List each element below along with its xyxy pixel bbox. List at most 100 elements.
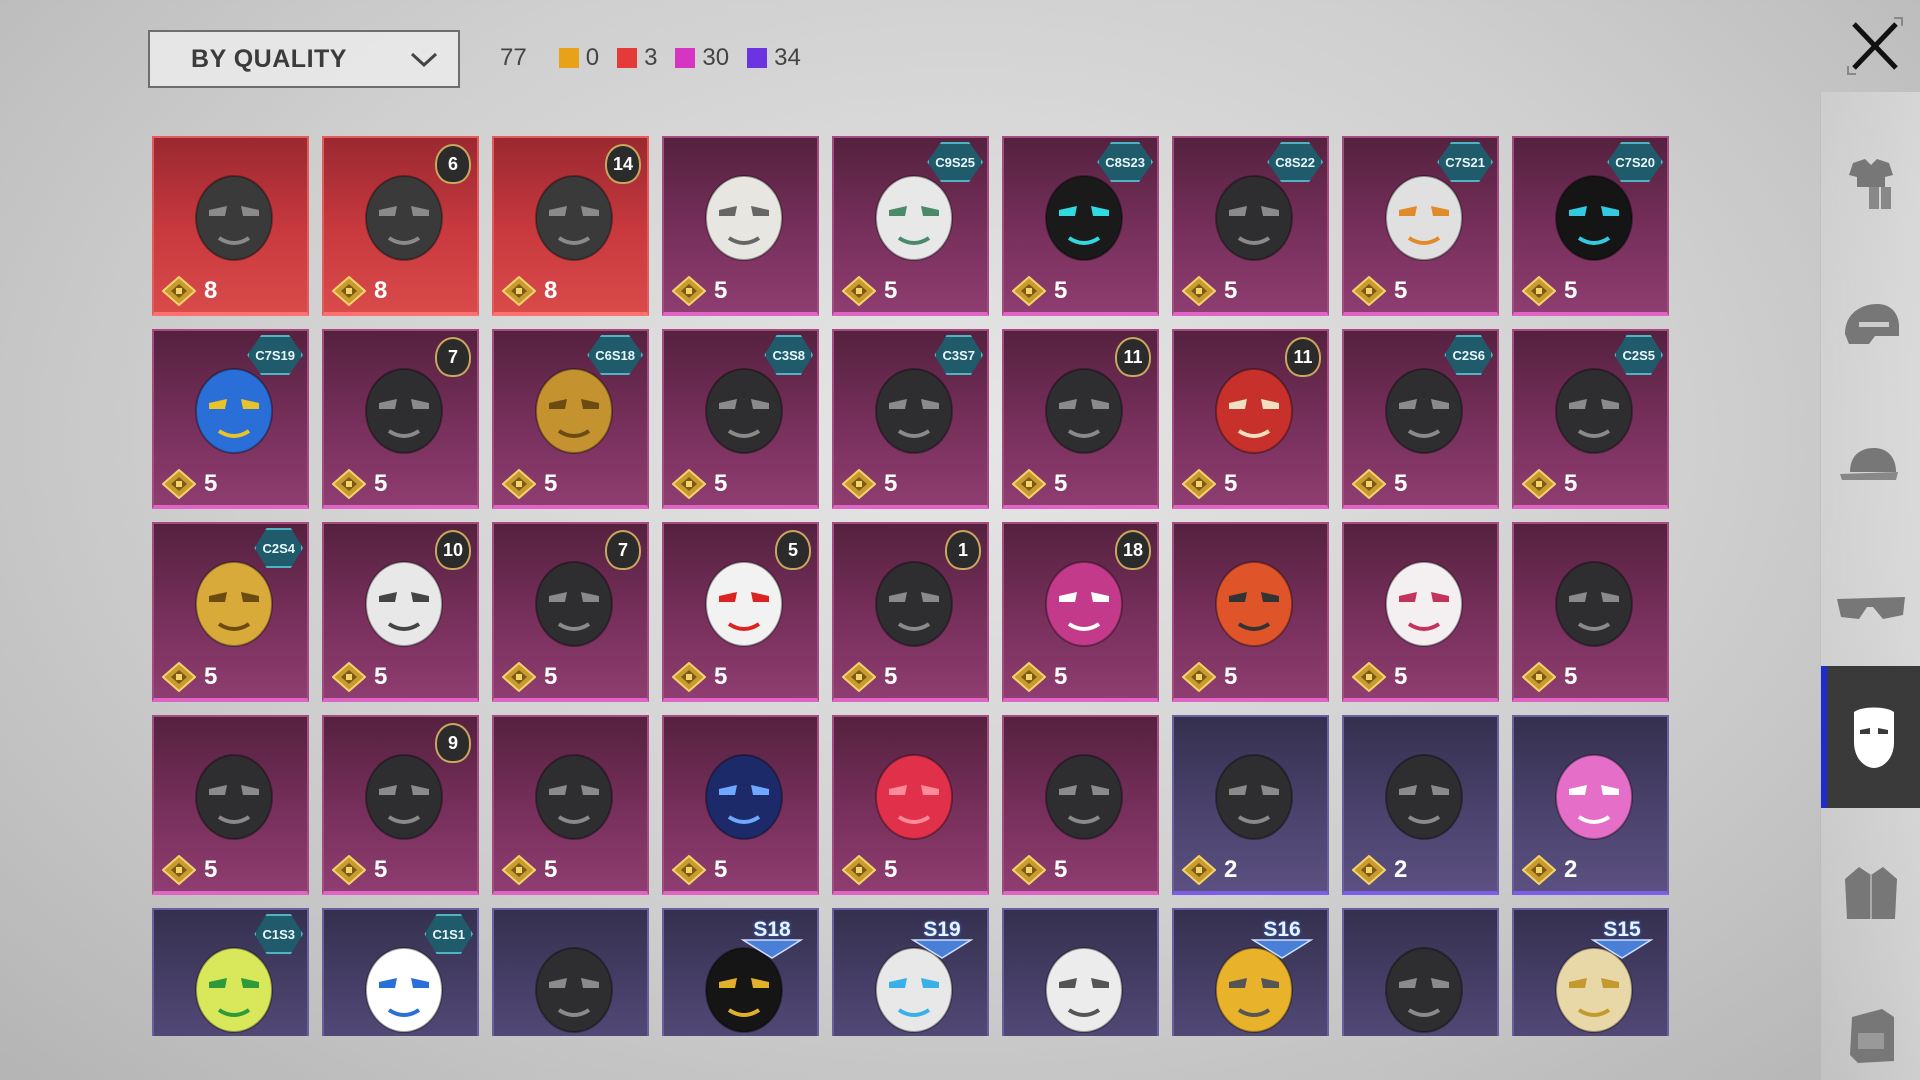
diamond-icon — [672, 276, 706, 306]
jacket-icon — [1845, 867, 1897, 919]
inventory-item[interactable]: 5 — [1342, 522, 1499, 702]
item-value: 5 — [1352, 276, 1407, 306]
item-value-number: 5 — [884, 663, 898, 690]
inventory-item[interactable]: 68 — [322, 136, 479, 316]
tab-mask[interactable] — [1821, 666, 1920, 808]
diamond-icon — [1012, 662, 1046, 692]
tab-cap[interactable] — [1821, 396, 1920, 538]
inventory-item[interactable]: 5 — [662, 715, 819, 895]
diamond-icon — [1182, 855, 1216, 885]
inventory-item[interactable]: C8S23 5 — [1002, 136, 1159, 316]
level-badge: 7 — [435, 337, 471, 377]
inventory-item[interactable]: C6S18 5 — [492, 329, 649, 509]
tab-outfit[interactable] — [1821, 112, 1920, 254]
inventory-item[interactable]: 5 — [662, 136, 819, 316]
inventory-item[interactable]: C2S5 5 — [1512, 329, 1669, 509]
inventory-item[interactable]: C9S25 5 — [832, 136, 989, 316]
diamond-icon — [332, 469, 366, 499]
inventory-item[interactable]: 5 — [1172, 522, 1329, 702]
inventory-item[interactable]: 11 5 — [1002, 329, 1159, 509]
inventory-item[interactable]: 5 — [1002, 715, 1159, 895]
item-value-number: 5 — [1054, 277, 1068, 304]
mask-cat-face-icon — [705, 175, 783, 261]
item-value: 8 — [162, 276, 217, 306]
item-value-number: 5 — [1054, 663, 1068, 690]
inventory-item[interactable]: 14 8 — [492, 136, 649, 316]
inventory-item[interactable] — [1002, 908, 1159, 1036]
item-value-number: 8 — [204, 277, 218, 304]
level-badge: 7 — [605, 530, 641, 570]
inventory-item[interactable]: S19 — [832, 908, 989, 1036]
level-badge: 18 — [1115, 530, 1151, 570]
mask-icon — [1854, 707, 1894, 768]
inventory-item[interactable]: 10 5 — [322, 522, 479, 702]
inventory-item[interactable]: 75 — [492, 522, 649, 702]
diamond-icon — [1012, 855, 1046, 885]
inventory-item[interactable]: 75 — [322, 329, 479, 509]
inventory-item[interactable]: C7S21 5 — [1342, 136, 1499, 316]
inventory-item[interactable]: C7S19 5 — [152, 329, 309, 509]
inventory-item[interactable]: C2S6 5 — [1342, 329, 1499, 509]
item-value: 5 — [1012, 469, 1067, 499]
inventory-item[interactable]: C2S4 5 — [152, 522, 309, 702]
item-value-number: 5 — [374, 663, 388, 690]
mask-kitsune-icon — [1385, 561, 1463, 647]
item-value-number: 5 — [1564, 470, 1578, 497]
inventory-item[interactable]: S16 — [1172, 908, 1329, 1036]
sort-dropdown[interactable]: BY QUALITY — [148, 30, 460, 88]
mask-white-bird-icon — [1045, 947, 1123, 1033]
mask-black-cat-icon — [1555, 561, 1633, 647]
inventory-item[interactable]: C7S20 5 — [1512, 136, 1669, 316]
rare-swatch — [747, 48, 768, 68]
tab-glasses[interactable] — [1821, 538, 1920, 680]
inventory-item[interactable]: 5 — [1512, 522, 1669, 702]
inventory-item[interactable]: S15 — [1512, 908, 1669, 1036]
inventory-item[interactable]: C8S22 5 — [1172, 136, 1329, 316]
inventory-item[interactable]: 2 — [1342, 715, 1499, 895]
inventory-item[interactable]: C1S3 — [152, 908, 309, 1036]
category-sidebar — [1820, 92, 1920, 1080]
item-value-number: 5 — [884, 856, 898, 883]
diamond-icon — [1012, 469, 1046, 499]
legendary-swatch — [558, 48, 579, 68]
tab-jacket[interactable] — [1821, 822, 1920, 964]
inventory-item[interactable]: 95 — [322, 715, 479, 895]
item-value: 8 — [332, 276, 387, 306]
inventory-item[interactable]: C3S7 5 — [832, 329, 989, 509]
diamond-icon — [162, 662, 196, 692]
inventory-item[interactable] — [1342, 908, 1499, 1036]
item-value: 5 — [1182, 662, 1237, 692]
inventory-item[interactable]: 2 — [1172, 715, 1329, 895]
item-value: 5 — [332, 855, 387, 885]
diamond-icon — [332, 855, 366, 885]
inventory-item[interactable]: S18 — [662, 908, 819, 1036]
tab-helmet[interactable] — [1821, 254, 1920, 396]
item-value-number: 8 — [544, 277, 558, 304]
sort-label: BY QUALITY — [191, 44, 347, 73]
diamond-icon — [502, 276, 536, 306]
diamond-icon — [1352, 469, 1386, 499]
inventory-item[interactable]: 5 — [492, 715, 649, 895]
item-value-number: 5 — [884, 470, 898, 497]
inventory-item[interactable]: 11 5 — [1172, 329, 1329, 509]
inventory-item[interactable]: 5 — [152, 715, 309, 895]
inventory-item[interactable]: C3S8 5 — [662, 329, 819, 509]
diamond-icon — [1522, 469, 1556, 499]
item-value: 5 — [1012, 276, 1067, 306]
diamond-icon — [502, 855, 536, 885]
inventory-item[interactable]: 15 — [832, 522, 989, 702]
tab-backpack[interactable] — [1821, 964, 1920, 1080]
diamond-icon — [672, 469, 706, 499]
mask-leather-beak-icon — [535, 754, 613, 840]
inventory-item[interactable]: 8 — [152, 136, 309, 316]
inventory-item[interactable]: 2 — [1512, 715, 1669, 895]
inventory-item[interactable]: C1S1 — [322, 908, 479, 1036]
mask-bandana-icon — [1385, 947, 1463, 1033]
close-icon — [1847, 17, 1903, 75]
close-button[interactable] — [1840, 14, 1910, 78]
item-value: 2 — [1522, 855, 1577, 885]
inventory-item[interactable]: 55 — [662, 522, 819, 702]
inventory-item[interactable]: 18 5 — [1002, 522, 1159, 702]
inventory-item[interactable]: 5 — [832, 715, 989, 895]
inventory-item[interactable] — [492, 908, 649, 1036]
